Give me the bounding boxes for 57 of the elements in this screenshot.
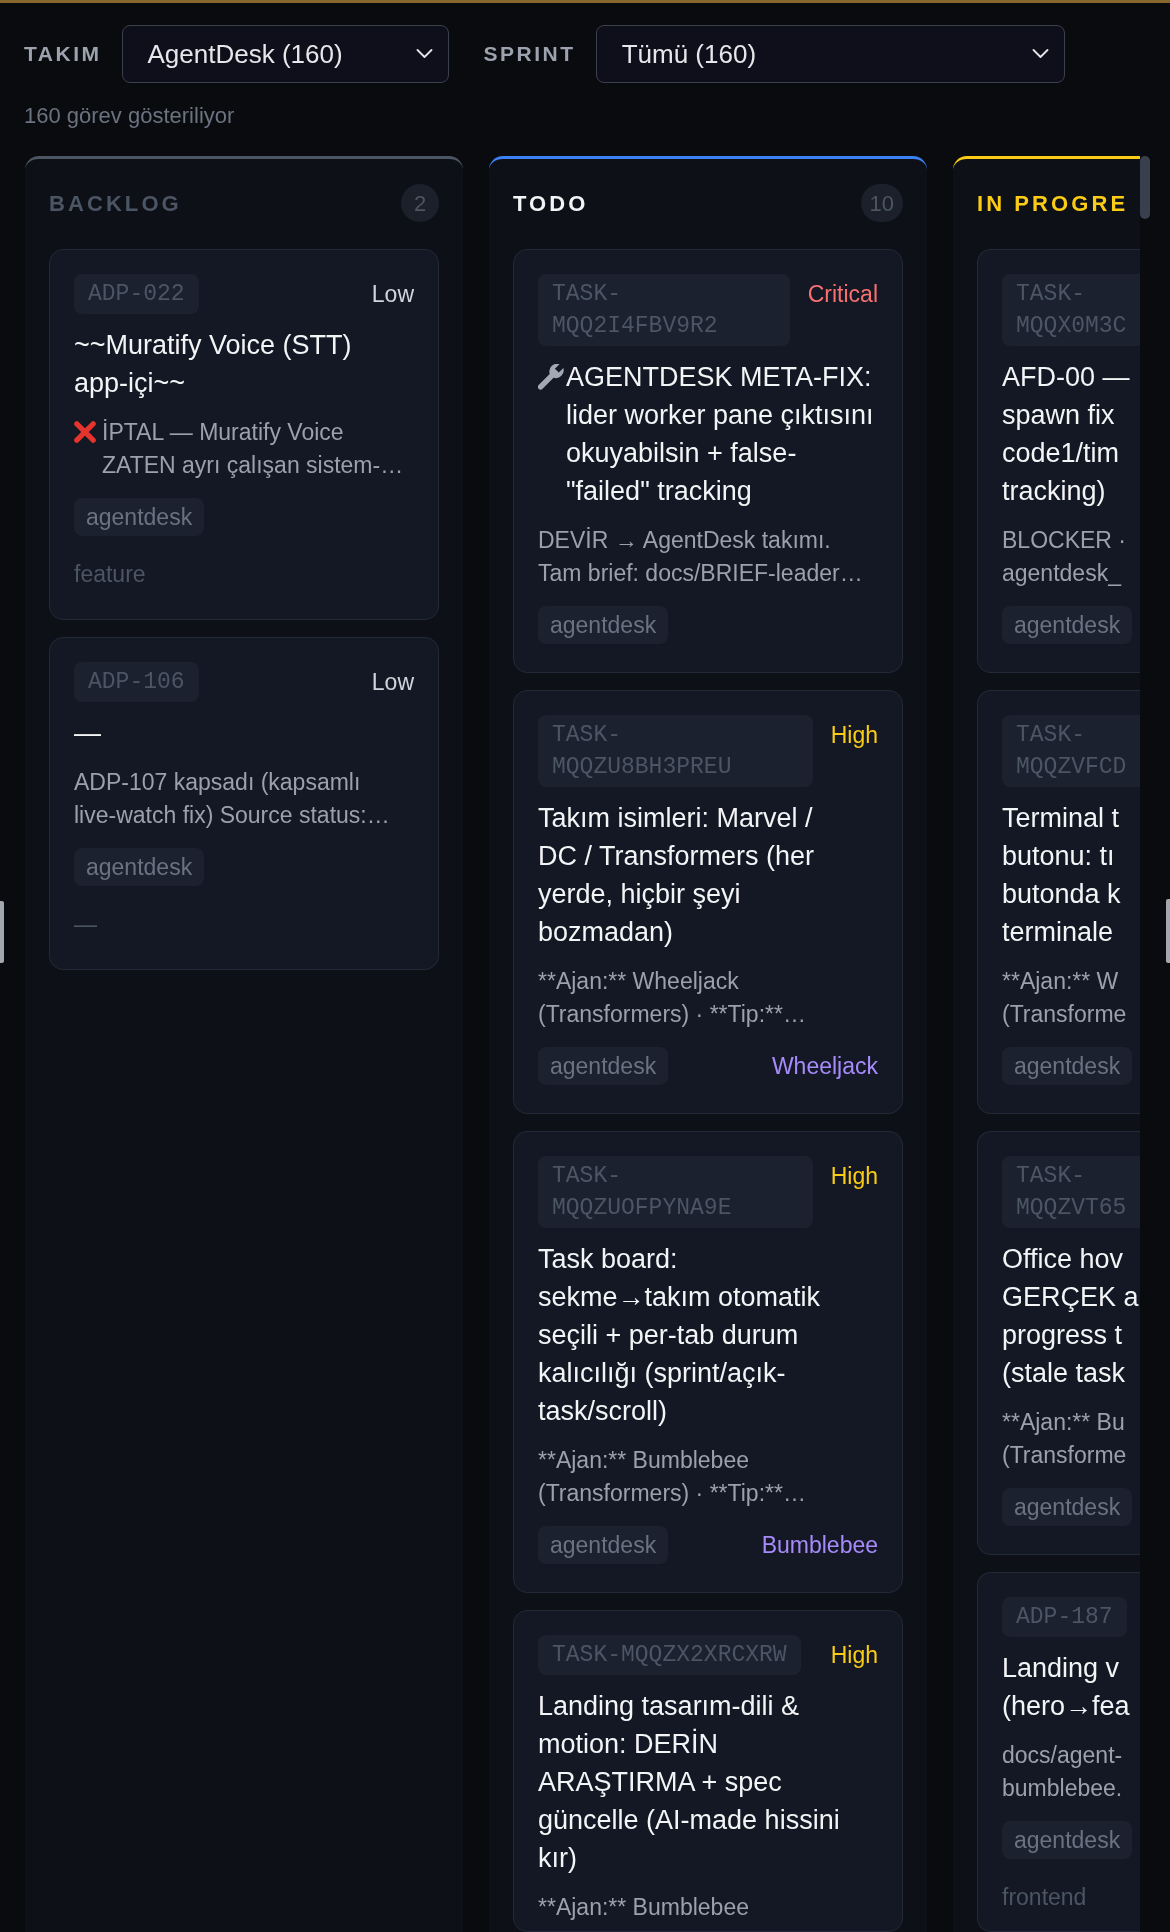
chevron-down-icon bbox=[1031, 49, 1049, 59]
filter-label: TAKIM bbox=[24, 41, 102, 68]
task-description: **Ajan:** W (Transforme bbox=[1002, 967, 1128, 1029]
task-tag: agentdesk bbox=[74, 498, 205, 536]
priority-label: High bbox=[830, 1162, 878, 1191]
task-type: — bbox=[74, 910, 97, 939]
task-description: **Ajan:** Bu (Transforme bbox=[1002, 1408, 1128, 1470]
priority-label: Low bbox=[371, 280, 414, 309]
task-type: feature bbox=[74, 560, 146, 589]
chevron-down-icon bbox=[415, 49, 433, 59]
scrollbar-thumb[interactable] bbox=[1140, 156, 1150, 219]
priority-label: High bbox=[830, 1641, 878, 1670]
task-description: docs/agent- bumblebee. bbox=[1002, 1741, 1124, 1803]
priority-label: Critical bbox=[807, 280, 878, 309]
edge-handle[interactable] bbox=[0, 901, 4, 963]
task-tag: agentdesk bbox=[538, 1526, 669, 1564]
task-title: — bbox=[74, 717, 102, 750]
priority-label: High bbox=[830, 721, 878, 750]
cross-icon bbox=[74, 421, 96, 443]
task-title: AGENTDESK META-FIX: lider worker pane çıktısını okuyabilsin + false-"failed" tracking bbox=[566, 361, 875, 508]
priority-label: Low bbox=[371, 668, 414, 697]
task-title: Takım isimleri: Marvel / DC / Transformers (her yerde, hiçbir şeyi bozmadan) bbox=[538, 802, 816, 949]
task-description: ADP-107 kapsadı (kapsamlı live-watch fix) Source status:… bbox=[74, 768, 391, 830]
task-title: Terminal t butonu: tı butonda k terminale bbox=[1002, 802, 1122, 949]
task-tag: agentdesk bbox=[1002, 1047, 1133, 1085]
task-tag: agentdesk bbox=[74, 848, 205, 886]
agent-name: Bumblebee bbox=[761, 1531, 878, 1560]
task-title: Landing v (hero→fea bbox=[1002, 1652, 1131, 1723]
filter-select[interactable]: Tümü (160) bbox=[595, 25, 1065, 83]
task-tag: agentdesk bbox=[1002, 1821, 1133, 1859]
task-title: AFD-00 — spawn fix code1/tim tracking) bbox=[1002, 361, 1131, 508]
task-description: DEVİR → AgentDesk takımı. Tam brief: docs/BRIEF-leader… bbox=[538, 526, 864, 588]
column-title: IN PROGRE bbox=[977, 189, 1129, 218]
task-count: 10 bbox=[860, 184, 903, 222]
task-tag: agentdesk bbox=[538, 606, 669, 644]
task-count: 2 bbox=[401, 184, 439, 222]
task-description: İPTAL — Muratify Voice ZATEN ayrı çalışan sistem-… bbox=[102, 418, 405, 480]
edge-handle[interactable] bbox=[1166, 899, 1170, 963]
task-description: **Ajan:** Bumblebee (Transformers) · **Tip:**… bbox=[538, 1446, 807, 1508]
column-title: BACKLOG bbox=[49, 189, 182, 218]
column-title: TODO bbox=[513, 189, 589, 218]
wrench-icon bbox=[538, 364, 564, 390]
task-title: Task board: sekme→takım otomatik seçili + per-tab durum kalıcılığı (sprint/açık-task/scroll) bbox=[538, 1243, 822, 1428]
task-type: frontend bbox=[1002, 1883, 1087, 1912]
agent-name: Wheeljack bbox=[771, 1052, 878, 1081]
task-title: ~~Muratify Voice (STT) app-içi~~ bbox=[74, 329, 353, 400]
task-tag: agentdesk bbox=[1002, 606, 1133, 644]
task-description: BLOCKER · agentdesk_ bbox=[1002, 526, 1127, 588]
task-title: Office hov GERÇEK a progress t (stale task bbox=[1002, 1243, 1140, 1390]
filter-select[interactable]: AgentDesk (160) bbox=[121, 25, 449, 83]
task-tag: agentdesk bbox=[1002, 1488, 1133, 1526]
filter-label: SPRINT bbox=[483, 41, 576, 68]
task-description: **Ajan:** Wheeljack (Transformers) · **Tip:**… bbox=[538, 967, 807, 1029]
task-title: Landing tasarım-dili & motion: DERİN ARAŞTIRMA + spec güncelle (AI-made hissini kır) bbox=[538, 1690, 841, 1875]
task-count-summary: 160 görev gösteriliyor bbox=[24, 102, 235, 130]
task-tag: agentdesk bbox=[538, 1047, 669, 1085]
task-description: **Ajan:** Bumblebee bbox=[538, 1893, 750, 1922]
